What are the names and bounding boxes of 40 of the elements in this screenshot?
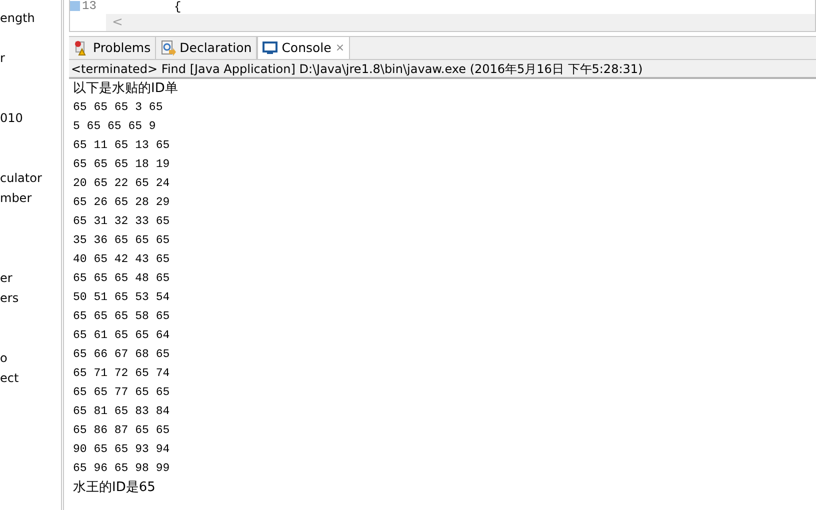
sidebar-item[interactable]: ect [0,371,19,391]
console-line: 65 66 67 68 65 [73,347,170,363]
console-line: 65 81 65 83 84 [73,404,170,420]
close-icon[interactable]: ⨯ [335,40,345,56]
sidebar-item[interactable]: ers [0,291,19,311]
console-line: 5 65 65 65 9 [73,119,156,135]
code-line: { [174,1,182,14]
sidebar-item[interactable]: er [0,271,12,291]
console-icon [262,40,278,56]
console-line: 65 86 87 65 65 [73,423,170,439]
tab[interactable]: Declaration [156,37,257,59]
console-line: 65 96 65 98 99 [73,461,170,477]
line-number: 13 [82,1,96,11]
console-line: 65 61 65 65 64 [73,328,170,344]
sidebar-item[interactable]: ength [0,11,35,31]
console-line: 65 65 65 18 19 [73,157,170,173]
console-line: 65 31 32 33 65 [73,214,170,230]
sidebar-item[interactable]: mber [0,191,32,211]
console-line: 65 65 65 48 65 [73,271,170,287]
marker-icon [70,1,80,11]
sidebar-item[interactable]: culator [0,171,42,191]
console-line: 90 65 65 93 94 [73,442,170,458]
console-line: 65 11 65 13 65 [73,138,170,154]
console-line: 65 65 65 3 65 [73,100,163,116]
sidebar-item[interactable]: 010 [0,111,23,131]
tab[interactable]: Console ⨯ [256,37,350,59]
console-line: 50 51 65 53 54 [73,290,170,306]
sidebar-item[interactable]: o [0,351,8,371]
console-line: 35 36 65 65 65 [73,233,170,249]
console-line: 65 65 77 65 65 [73,385,170,401]
console-line: 65 65 65 58 65 [73,309,170,325]
console-line: 20 65 22 65 24 [73,176,170,192]
declaration-icon [160,40,176,56]
console-line: 以下是水贴的ID单 [73,80,178,98]
sidebar-item[interactable]: r [0,51,5,71]
console-line: 水王的ID是65 [73,479,156,497]
console-line: 65 26 65 28 29 [73,195,170,211]
console-line: 65 71 72 65 74 [73,366,170,382]
console-line: 40 65 42 43 65 [73,252,170,268]
console-header: <terminated> Find [Java Application] D:\Java\jre1.8\bin\javaw.exe (2016年5月16日 下午5:28:31) [69,60,816,79]
